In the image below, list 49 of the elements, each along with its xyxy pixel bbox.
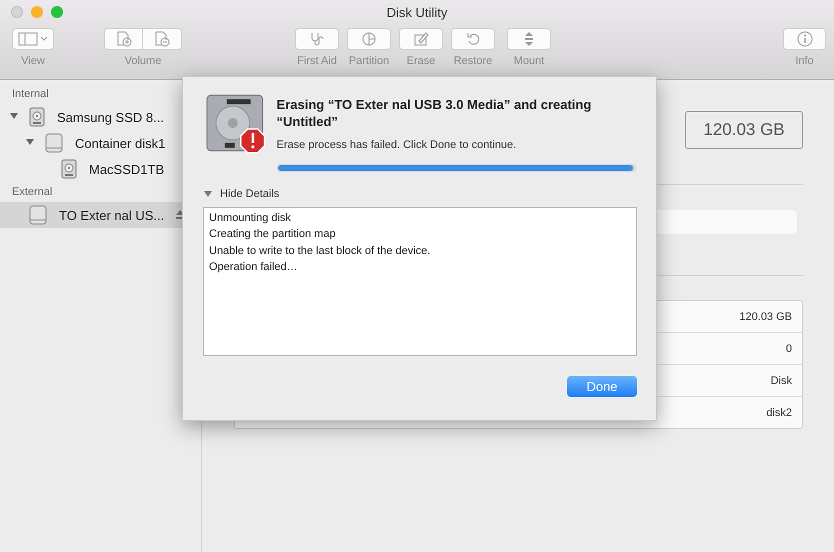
mount-icon <box>523 31 535 47</box>
table-cell: 120.03 GB <box>739 310 792 322</box>
table-cell: 0 <box>786 342 792 354</box>
sidebar-heading: Internal <box>11 87 50 102</box>
info-icon <box>796 31 812 47</box>
minimize-button[interactable] <box>31 6 43 18</box>
status-message: Erase process has failed. Click Done to continue. <box>276 139 518 151</box>
toolbar-button[interactable] <box>347 28 391 50</box>
remove-volume-icon <box>154 31 170 47</box>
log-line: Creating the partition map <box>209 227 337 242</box>
zoom-button[interactable] <box>51 6 63 18</box>
toolbar-label: Info <box>795 55 814 67</box>
hard-drive-icon <box>61 159 77 179</box>
pie-icon <box>361 31 377 47</box>
details-toggle[interactable]: Hide Details <box>204 188 280 200</box>
add-volume-icon <box>116 31 132 47</box>
toolbar-button[interactable] <box>783 28 826 50</box>
toolbar-label: First Aid <box>297 55 337 67</box>
toolbar-label: Erase <box>406 55 436 67</box>
toolbar-button[interactable] <box>12 28 54 50</box>
hard-drive-icon <box>29 107 45 127</box>
log-line: Unmounting disk <box>209 211 292 226</box>
stethoscope-icon <box>309 31 325 47</box>
capacity-label: 120.03 GB <box>685 111 803 149</box>
toolbar-label: Partition <box>348 55 390 67</box>
table-cell: Disk <box>770 374 792 386</box>
add-volume-button[interactable] <box>104 28 143 50</box>
close-button[interactable] <box>11 6 23 18</box>
log-line: Unable to write to the last block of the device. <box>209 244 432 259</box>
rotate-icon <box>465 31 481 47</box>
remove-volume-button[interactable] <box>143 28 182 50</box>
sidebar-heading: External <box>11 185 54 200</box>
pencil-icon <box>413 31 429 47</box>
window-title: Disk Utility <box>386 5 448 20</box>
sidebar-icon <box>18 32 48 46</box>
table-cell: disk2 <box>766 406 792 418</box>
sheet-title: Erasing “TO Exter nal USB 3.0 Media” and creating “Untitled” <box>276 96 592 130</box>
toolbar-button[interactable] <box>451 28 495 50</box>
toolbar-label: Mount <box>514 55 544 67</box>
toolbar-button[interactable] <box>507 28 551 50</box>
log-line: Operation failed… <box>209 260 299 275</box>
expanded-triangle-icon[interactable] <box>26 138 34 146</box>
toolbar-button[interactable] <box>295 28 339 50</box>
toolbar-label: View <box>21 55 45 67</box>
expanded-triangle-icon[interactable] <box>10 112 18 120</box>
toolbar-button[interactable] <box>399 28 443 50</box>
expanded-triangle-icon <box>204 190 212 198</box>
toolbar-label: Restore <box>454 55 492 67</box>
toolbar-label: Volume <box>124 55 162 67</box>
